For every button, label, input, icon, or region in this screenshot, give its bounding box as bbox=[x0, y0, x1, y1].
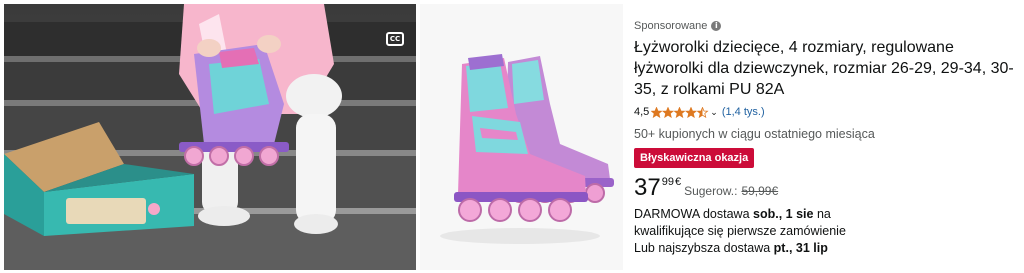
fastest-date: pt., 31 lip bbox=[773, 241, 828, 255]
skate-illustration bbox=[420, 4, 623, 270]
chevron-down-icon[interactable]: ⌄ bbox=[710, 107, 718, 118]
price[interactable]: 37 99 € Sugerow.: 59,99€ bbox=[634, 174, 1020, 200]
product-info: Sponsorowane i Łyżworolki dziecięce, 4 r… bbox=[634, 18, 1020, 257]
product-title[interactable]: Łyżworolki dziecięce, 4 rozmiary, regulo… bbox=[634, 37, 1020, 100]
rating-count[interactable]: (1,4 tys.) bbox=[722, 106, 765, 118]
video-frame-illustration bbox=[4, 4, 416, 270]
delivery-info: DARMOWA dostawa sob., 1 sie na kwalifiku… bbox=[634, 206, 1020, 257]
deal-badge: Błyskawiczna okazja bbox=[634, 148, 755, 168]
delivery-line-2: kwalifikujące się pierwsze zamówienie bbox=[634, 224, 846, 238]
product-image[interactable] bbox=[420, 4, 623, 270]
delivery-date: sob., 1 sie bbox=[753, 207, 814, 221]
price-currency: € bbox=[674, 176, 682, 188]
delivery-line-1: DARMOWA dostawa sob., 1 sie na bbox=[634, 206, 1020, 223]
sponsored-label: Sponsorowane i bbox=[634, 18, 1020, 34]
product-video[interactable]: CC bbox=[4, 4, 416, 270]
delivery-suffix: na bbox=[813, 207, 831, 221]
suggested-label: Sugerow.: bbox=[684, 184, 738, 198]
stars-icon bbox=[651, 106, 709, 118]
suggested-price: Sugerow.: 59,99€ bbox=[684, 184, 778, 198]
sponsored-text: Sponsorowane bbox=[634, 20, 708, 32]
suggested-price-value: 59,99€ bbox=[741, 184, 779, 198]
price-whole: 37 bbox=[634, 174, 661, 201]
info-icon[interactable]: i bbox=[711, 21, 722, 31]
fastest-delivery: Lub najszybsza dostawa pt., 31 lip bbox=[634, 240, 1020, 257]
fastest-prefix: Lub najszybsza dostawa bbox=[634, 241, 774, 255]
price-fraction: 99 bbox=[661, 176, 674, 188]
star-rating[interactable] bbox=[651, 106, 709, 118]
rating-value: 4,5 bbox=[634, 106, 650, 118]
closed-captions-button[interactable]: CC bbox=[386, 32, 404, 46]
rating-row: 4,5 ⌄ (1,4 tys.) bbox=[634, 105, 1020, 119]
bought-recently: 50+ kupionych w ciągu ostatniego miesiąc… bbox=[634, 127, 875, 141]
delivery-prefix: DARMOWA dostawa bbox=[634, 207, 754, 221]
